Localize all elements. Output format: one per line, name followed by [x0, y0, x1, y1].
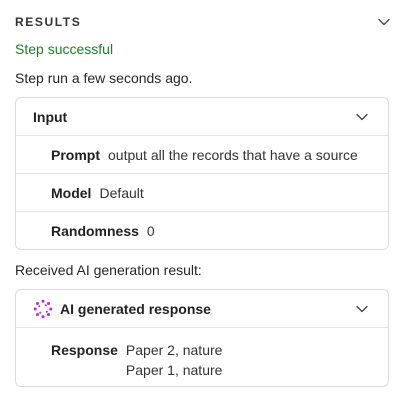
input-card-header[interactable]: Input [16, 98, 388, 136]
field-label: Model [51, 184, 92, 201]
input-card-title: Input [33, 108, 68, 125]
input-field-randomness: Randomness 0 [16, 212, 388, 249]
input-field-prompt: Prompt output all the records that have … [16, 136, 388, 174]
response-line: Paper 2, nature [125, 342, 223, 358]
input-card: Input Prompt output all the records that… [15, 97, 389, 250]
run-timestamp: Step run a few seconds ago. [15, 70, 193, 86]
field-label: Randomness [51, 223, 139, 239]
response-lines: Paper 2, nature Paper 1, nature [126, 340, 223, 380]
sparkle-icon [33, 299, 53, 319]
response-label: Response [51, 342, 118, 358]
chevron-down-icon[interactable] [356, 305, 368, 313]
ai-response-card: AI generated response Response Paper 2, … [15, 289, 389, 387]
response-line: Paper 1, nature [125, 362, 223, 378]
results-header[interactable]: RESULTS [15, 12, 390, 32]
field-value: 0 [146, 223, 155, 239]
ai-card-title: AI generated response [60, 300, 211, 317]
field-value: Default [99, 184, 144, 201]
ai-response-body: Response Paper 2, nature Paper 1, nature [16, 328, 388, 380]
field-label: Prompt [51, 146, 100, 163]
received-label: Received AI generation result: [15, 262, 202, 278]
field-value: output all the records that have a sourc… [108, 146, 358, 163]
chevron-down-icon[interactable] [356, 113, 368, 121]
status-text: Step successful [15, 41, 114, 57]
results-panel: RESULTS Step successful Step run a few s… [0, 0, 405, 405]
ai-card-header[interactable]: AI generated response [16, 290, 388, 328]
results-title: RESULTS [15, 15, 82, 29]
input-field-model: Model Default [16, 174, 388, 212]
chevron-down-icon[interactable] [378, 18, 390, 26]
